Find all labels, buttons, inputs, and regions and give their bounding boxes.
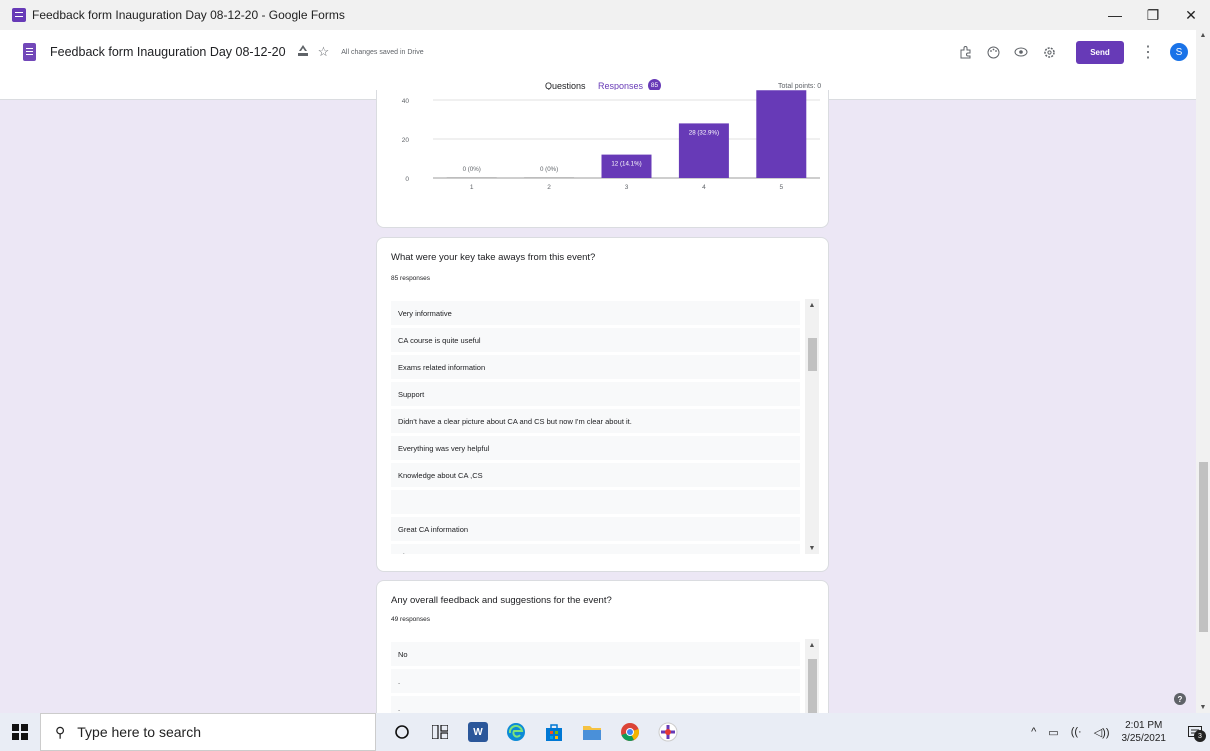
list-item <box>391 490 800 514</box>
response-count: 49 responses <box>391 616 431 623</box>
page-scroll-thumb[interactable] <box>1199 462 1208 632</box>
taskbar-clock[interactable]: 2:01 PM 3/25/2021 <box>1122 719 1167 745</box>
palette-icon[interactable] <box>982 41 1004 63</box>
cortana-icon[interactable] <box>386 713 418 751</box>
list-item: Support <box>391 382 800 406</box>
search-icon: ⚲ <box>55 723 66 740</box>
window-titlebar: Feedback form Inauguration Day 08-12-20 … <box>0 0 1210 30</box>
more-options-icon[interactable]: ⋮ <box>1140 42 1156 62</box>
settings-gear-icon[interactable] <box>1038 41 1060 63</box>
chart-bar <box>524 177 575 178</box>
response-list: Very informative CA course is quite usef… <box>391 301 800 554</box>
scroll-up-icon[interactable]: ▲ <box>805 639 819 651</box>
maximize-button[interactable]: ❐ <box>1134 0 1172 30</box>
windows-start-icon[interactable] <box>0 713 40 751</box>
addons-icon[interactable] <box>954 41 976 63</box>
question-card-feedback: Any overall feedback and suggestions for… <box>376 580 829 722</box>
response-count: 85 responses <box>391 275 431 282</box>
word-app-icon[interactable]: W <box>462 713 494 751</box>
chrome-browser-icon[interactable] <box>614 713 646 751</box>
scroll-thumb[interactable] <box>808 338 817 371</box>
response-list-scrollbar[interactable]: ▲ <box>805 639 819 721</box>
forms-logo-icon[interactable] <box>23 43 36 61</box>
star-icon[interactable]: ☆ <box>318 44 330 60</box>
header-tools: Send ⋮ S <box>948 30 1188 74</box>
preview-eye-icon[interactable] <box>1010 41 1032 63</box>
x-tick-label: 3 <box>625 184 629 191</box>
search-placeholder: Type here to search <box>77 724 202 740</box>
wifi-icon[interactable]: ((· <box>1071 726 1082 738</box>
y-tick-label: 0 <box>405 176 409 183</box>
notifications-icon[interactable]: 3 <box>1180 713 1210 751</box>
list-item: Exams related information <box>391 355 800 379</box>
x-tick-label: 1 <box>470 184 474 191</box>
edge-browser-icon[interactable] <box>500 713 532 751</box>
total-points: Total points: 0 <box>778 83 822 90</box>
question-title: What were your key take aways from this … <box>391 252 596 263</box>
move-to-folder-icon[interactable] <box>296 44 310 60</box>
rating-chart-card: 0 20 40 1 0 (0%) 2 0 (0%) 3 12 (14.1%) 4 28 (32.9%… <box>376 90 829 228</box>
data-label: 12 (14.1%) <box>611 161 641 168</box>
scroll-down-icon[interactable]: ▼ <box>805 542 819 554</box>
x-tick-label: 5 <box>779 184 783 191</box>
show-hidden-icons-icon[interactable]: ^ <box>1031 726 1036 738</box>
save-status: All changes saved in Drive <box>341 48 424 56</box>
list-item: Didn't have a clear picture about CA and… <box>391 409 800 433</box>
page-scrollbar[interactable]: ▲ ▼ <box>1196 30 1210 713</box>
form-title[interactable]: Feedback form Inauguration Day 08-12-20 <box>50 45 286 59</box>
windows-taskbar: ⚲ Type here to search W ^ ▭ ((· ◁)) 2:01… <box>0 713 1210 751</box>
active-app-icon[interactable] <box>652 713 684 751</box>
window-controls: — ❐ ✕ <box>1096 0 1210 30</box>
avatar[interactable]: S <box>1170 43 1188 61</box>
question-card-takeaways: What were your key take aways from this … <box>376 237 829 572</box>
clock-time: 2:01 PM <box>1125 720 1163 731</box>
response-list: No . . <box>391 642 800 722</box>
taskbar-search-box[interactable]: ⚲ Type here to search <box>40 713 376 751</box>
page-scroll-down-icon[interactable]: ▼ <box>1196 704 1210 711</box>
google-forms-icon <box>12 8 26 22</box>
help-icon[interactable]: ? <box>1174 693 1186 705</box>
rating-bar-chart: 0 20 40 1 0 (0%) 2 0 (0%) 3 12 (14.1%) 4 28 (32.9%… <box>402 90 820 191</box>
clock-date: 3/25/2021 <box>1121 733 1167 744</box>
file-explorer-icon[interactable] <box>576 713 608 751</box>
list-item: Very informative <box>391 301 800 325</box>
scroll-thumb[interactable] <box>808 659 817 721</box>
x-tick-label: 4 <box>702 184 706 191</box>
task-view-icon[interactable] <box>424 713 456 751</box>
y-tick-label: 40 <box>402 98 410 105</box>
list-item: About CA Exams <box>391 544 800 554</box>
battery-icon[interactable]: ▭ <box>1048 726 1058 739</box>
close-button[interactable]: ✕ <box>1172 0 1210 30</box>
data-label: 28 (32.9%) <box>689 129 719 136</box>
minimize-button[interactable]: — <box>1096 0 1134 30</box>
chart-bar <box>446 177 497 178</box>
send-button[interactable]: Send <box>1076 40 1124 64</box>
y-tick-label: 20 <box>402 137 410 144</box>
response-list-scrollbar[interactable]: ▲ ▼ <box>805 299 819 554</box>
page-scroll-up-icon[interactable]: ▲ <box>1196 32 1210 39</box>
data-label: 0 (0%) <box>540 166 558 173</box>
x-tick-label: 2 <box>547 184 551 191</box>
question-title: Any overall feedback and suggestions for… <box>391 595 612 606</box>
list-item: CA course is quite useful <box>391 328 800 352</box>
volume-icon[interactable]: ◁)) <box>1094 726 1110 739</box>
chart-bar <box>756 90 807 178</box>
list-item: No <box>391 642 800 666</box>
forms-header: Feedback form Inauguration Day 08-12-20 … <box>0 30 1196 74</box>
window-title: Feedback form Inauguration Day 08-12-20 … <box>32 8 345 22</box>
list-item: Great CA information <box>391 517 800 541</box>
list-item: . <box>391 669 800 693</box>
list-item: Knowledge about CA ,CS <box>391 463 800 487</box>
notification-count: 3 <box>1194 730 1206 742</box>
list-item: Everything was very helpful <box>391 436 800 460</box>
data-label: 0 (0%) <box>463 166 481 173</box>
system-tray: ^ ▭ ((· ◁)) 2:01 PM 3/25/2021 3 <box>1031 713 1210 751</box>
scroll-up-icon[interactable]: ▲ <box>805 299 819 311</box>
store-icon[interactable] <box>538 713 570 751</box>
